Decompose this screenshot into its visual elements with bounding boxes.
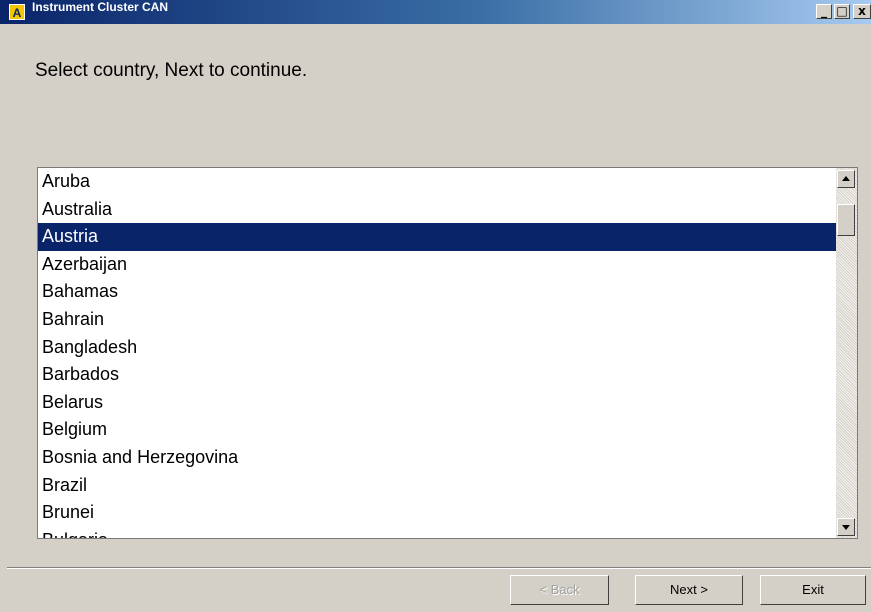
list-item[interactable]: Brunei xyxy=(38,499,836,527)
list-item[interactable]: Belarus xyxy=(38,389,836,417)
list-item[interactable]: Barbados xyxy=(38,361,836,389)
separator-line xyxy=(7,567,871,569)
list-scrollbar[interactable] xyxy=(836,168,857,538)
exit-button[interactable]: Exit xyxy=(760,575,866,605)
list-item[interactable]: Bahamas xyxy=(38,278,836,306)
list-item[interactable]: Aruba xyxy=(38,168,836,196)
back-button[interactable]: < Back xyxy=(510,575,609,605)
list-item[interactable]: Austria xyxy=(38,223,836,251)
instruction-text: Select country, Next to continue. xyxy=(35,60,308,81)
maximize-button[interactable]: □ xyxy=(834,4,850,19)
list-item[interactable]: Australia xyxy=(38,196,836,224)
list-item[interactable]: Bosnia and Herzegovina xyxy=(38,444,836,472)
list-item[interactable]: Belgium xyxy=(38,416,836,444)
list-item[interactable]: Bahrain xyxy=(38,306,836,334)
window-title: Instrument Cluster CAN xyxy=(32,0,169,14)
list-item[interactable]: Azerbaijan xyxy=(38,251,836,279)
country-listbox[interactable]: Aruba Australia Austria Azerbaijan Baham… xyxy=(37,167,858,539)
scroll-down-arrow-icon[interactable] xyxy=(837,518,855,536)
list-item[interactable]: Bulgaria xyxy=(38,527,836,538)
next-button[interactable]: Next > xyxy=(635,575,743,605)
title-bar: A Instrument Cluster CAN _ □ x xyxy=(0,0,871,24)
scroll-thumb[interactable] xyxy=(837,204,855,236)
scroll-up-arrow-icon[interactable] xyxy=(837,170,855,188)
list-item[interactable]: Bangladesh xyxy=(38,334,836,362)
app-icon: A xyxy=(9,4,25,20)
close-button[interactable]: x xyxy=(853,4,871,19)
list-item[interactable]: Brazil xyxy=(38,472,836,500)
country-list: Aruba Australia Austria Azerbaijan Baham… xyxy=(38,168,836,538)
minimize-button[interactable]: _ xyxy=(816,4,832,19)
